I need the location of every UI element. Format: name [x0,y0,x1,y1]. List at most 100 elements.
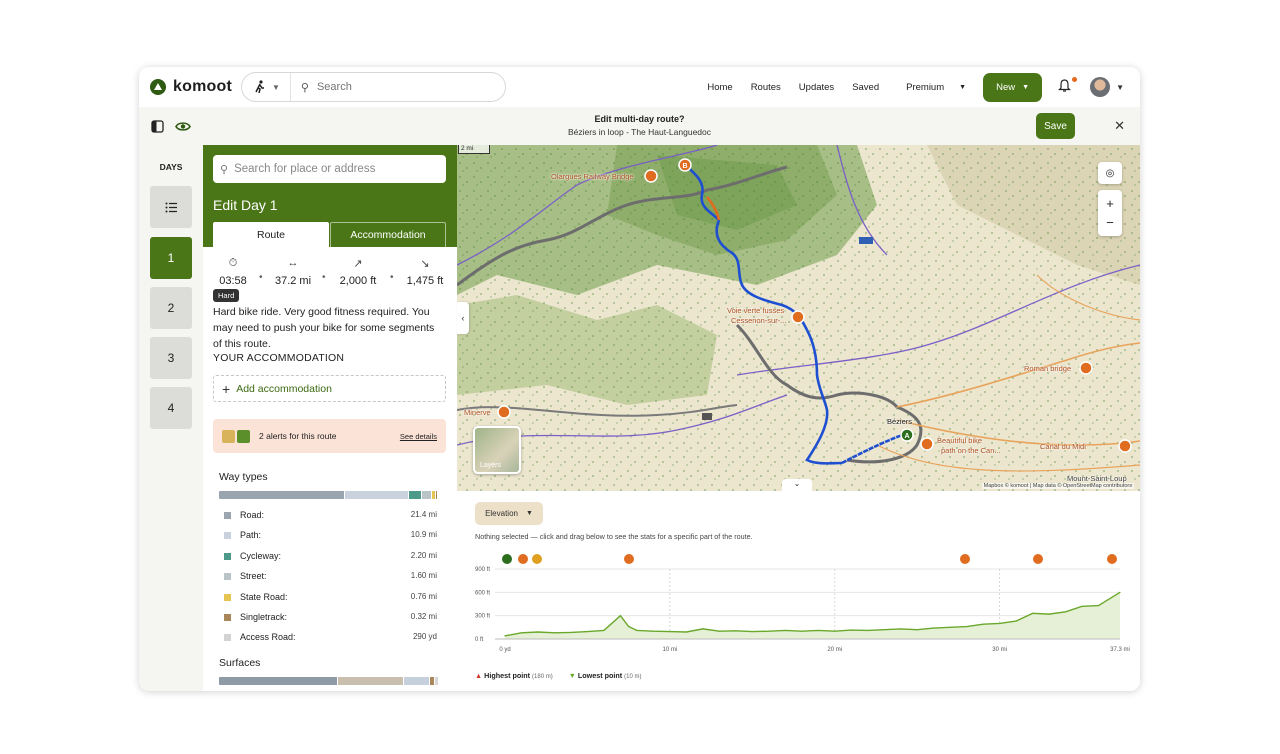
list-item[interactable]: Path: 10.9 mi [219,529,437,543]
edit-bar: Edit multi-day route? Béziers in loop - … [139,107,1140,145]
poi-label[interactable]: path on the Can... [941,446,1001,455]
zoom-in-icon[interactable]: + [1106,196,1114,211]
see-details-link[interactable]: See details [400,432,437,441]
poi-label[interactable]: Olargues Railway Bridge [551,172,634,181]
way-type-segment [409,491,423,499]
data-point [784,629,786,632]
bike-push-icon [222,429,235,443]
elevation-dropdown[interactable]: Elevation ▼ [475,502,543,525]
save-button[interactable]: Save [1036,113,1075,139]
elevation-chart[interactable]: 0 ft 300 ft 600 ft 900 ft 0 yd 10 mi 20 mi 30 m… [457,549,1140,689]
x-tick-label: 37.3 mi [1110,647,1130,653]
search-icon: ⚲ [300,81,309,94]
way-type-value: 10.9 mi [410,530,437,540]
way-type-segment [345,491,410,499]
list-item[interactable]: Road: 21.4 mi [219,509,437,523]
day-4-button[interactable]: 4 [150,387,192,429]
poi-label[interactable]: Voie verte fusses [727,306,784,315]
locate-icon[interactable]: ◎ [1098,162,1122,184]
add-accommodation-button[interactable]: + Add accommodation [213,375,446,402]
poi-label[interactable]: Beautiful bike [937,436,982,445]
x-tick-label: 20 mi [827,647,842,653]
data-point [636,629,638,632]
map[interactable]: B A 2 mi Olargues Railway Bridge Voie ve… [457,145,1140,491]
x-tick-label: 30 mi [992,647,1007,653]
list-item[interactable]: Access Road: 290 yd [219,631,437,645]
distance-arrows-icon: ↔ [287,257,299,269]
list-item[interactable]: Singletrack: 0.32 mi [219,611,437,625]
zoom-out-icon[interactable]: − [1106,215,1114,230]
list-item[interactable]: State Road: 0.76 mi [219,591,437,605]
town-label: Mount-Saint-Loup [1067,474,1127,483]
nav-home[interactable]: Home [707,82,732,93]
lowest-label: Lowest point [577,671,623,680]
data-point [619,615,622,617]
place-search-input[interactable]: ⚲ Search for place or address [213,155,446,183]
search-input[interactable] [316,81,467,93]
list-item[interactable]: Street: 1.60 mi [219,570,437,584]
collapse-panel-icon[interactable]: ‹ [457,302,469,334]
sidebar-toggle-icon[interactable] [146,115,168,137]
downhill-value: 1,475 ft [406,275,444,287]
nav-premium[interactable]: Premium ▼ [897,82,966,93]
data-point [669,631,671,633]
separator: • [322,272,326,283]
data-point [883,629,885,631]
nav-updates[interactable]: Updates [799,82,834,93]
stat-uphill: ↗ 2,000 ft [332,257,384,287]
poi-label[interactable]: Minerve [464,408,491,417]
alerts-text: 2 alerts for this route [259,431,337,441]
color-swatch [224,512,231,519]
global-search: ▼ ⚲ [240,72,506,102]
nav-routes[interactable]: Routes [751,82,781,93]
uphill-arrow-icon: ↗ [353,258,363,270]
poi-label[interactable]: Cessenon-sur-... [731,316,786,325]
layers-button[interactable]: Layers [473,426,521,474]
edit-subtitle: Béziers in loop - The Haut-Languedoc [567,127,711,137]
data-point [751,631,753,633]
avatar[interactable] [1090,77,1111,97]
overview-list-button[interactable] [150,186,192,228]
way-types-title: Way types [219,471,268,483]
logo-text: komoot [173,78,232,95]
chevron-down-icon[interactable]: ⌄ [782,479,812,491]
data-point [1048,613,1050,615]
edit-title: Edit multi-day route? [594,114,685,124]
route-stats: ⏱ 03:58 • ↔ 37.2 mi • ↗ 2,000 ft • ↘ 1,4… [213,257,446,289]
data-point [982,623,984,625]
komoot-logo-icon [150,79,166,95]
y-tick-label: 900 ft [475,567,490,573]
notifications-bell-icon[interactable] [1058,77,1078,95]
poi-label[interactable]: Canal du Midi [1040,442,1086,451]
bell-icon [1058,79,1072,92]
way-type-label: Cycleway: [240,550,282,561]
distance-value: 37.2 mi [274,275,312,287]
data-point [900,628,902,630]
eye-icon[interactable] [172,115,194,137]
alert-info-icon [237,429,250,443]
tab-accommodation[interactable]: Accommodation [330,222,446,247]
y-tick-label: 600 ft [475,590,490,596]
accommodation-heading: YOUR ACCOMMODATION [213,352,345,364]
chevron-down-icon[interactable]: ▼ [1116,83,1124,92]
top-bar: komoot ▼ ⚲ Home Routes Updates Saved Pre… [139,67,1140,107]
poi-label[interactable]: Roman bridge [1024,364,1071,373]
data-point [702,628,704,630]
edit-prompt: Edit multi-day route? Béziers in loop - … [139,113,1140,139]
list-item[interactable]: Cycleway: 2.20 mi [219,550,437,564]
day-2-button[interactable]: 2 [150,287,192,329]
way-type-value: 1.60 mi [410,571,437,581]
new-button[interactable]: New ▼ [983,72,1043,102]
way-type-segment [219,491,346,499]
highest-point: ▲ Highest point (180 m) [475,671,553,680]
tab-route[interactable]: Route [213,222,329,247]
nav-saved[interactable]: Saved [852,82,879,93]
logo[interactable]: komoot [150,78,232,96]
way-types-bar [219,491,439,499]
close-icon[interactable]: ✕ [1114,118,1125,134]
sport-selector[interactable]: ▼ [242,73,291,101]
x-tick-label: 10 mi [663,647,678,653]
day-3-button[interactable]: 3 [150,337,192,379]
day-1-button[interactable]: 1 [150,237,192,279]
main-nav: Home Routes Updates Saved Premium ▼ [698,82,975,93]
